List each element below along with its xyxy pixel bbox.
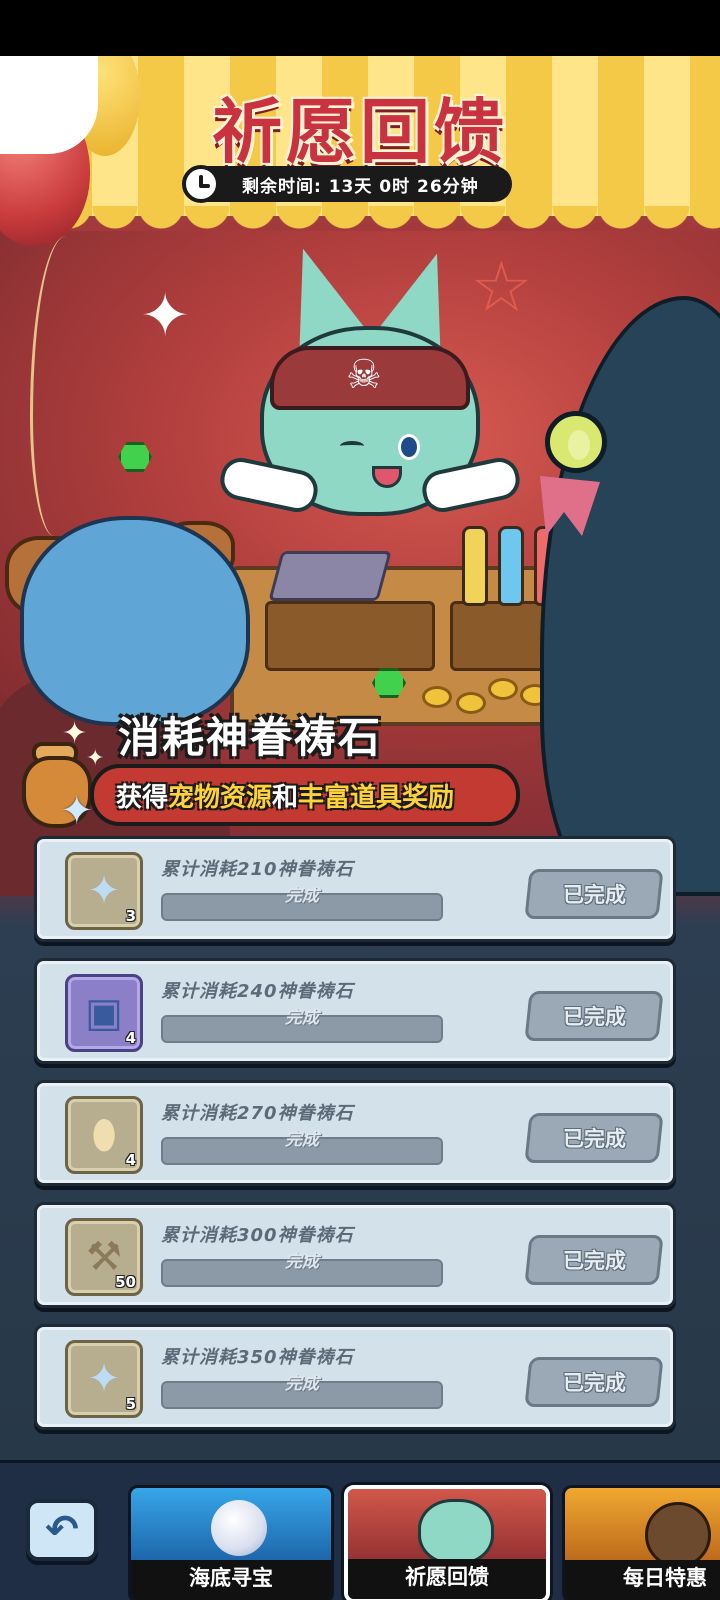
task-card: ✦ 3 累计消耗210神眷祷石 完成 已完成 <box>34 836 676 942</box>
completed-button[interactable]: 已完成 <box>524 1113 664 1163</box>
task-description: 累计消耗210神眷祷石 <box>161 859 354 880</box>
status-bar <box>0 0 720 56</box>
progress-status: 完成 <box>285 1008 319 1028</box>
completed-label: 已完成 <box>562 1371 626 1395</box>
reward-count: 50 <box>115 1273 136 1291</box>
task-card: ⚒ 50 累计消耗300神眷祷石 完成 已完成 <box>34 1202 676 1308</box>
completed-button[interactable]: 已完成 <box>524 1235 664 1285</box>
crystal-shard-icon: ✦ <box>87 868 121 914</box>
reward-slot[interactable]: ⬮ 4 <box>65 1096 143 1174</box>
section-title: 消耗神眷祷石 <box>118 713 383 762</box>
subtitle-text: 获得宠物资源和丰富道具奖励 <box>116 777 454 814</box>
task-card: ▣ 4 累计消耗240神眷祷石 完成 已完成 <box>34 958 676 1064</box>
reward-count: 4 <box>125 1151 136 1169</box>
completed-button[interactable]: 已完成 <box>524 1357 664 1407</box>
reward-slot[interactable]: ⚒ 50 <box>65 1218 143 1296</box>
tab-wish-feedback[interactable]: 祈愿回馈 <box>344 1485 550 1600</box>
task-description: 累计消耗350神眷祷石 <box>161 1347 354 1368</box>
back-button[interactable]: ↶ <box>26 1499 98 1561</box>
reward-slot[interactable]: ✦ 5 <box>65 1340 143 1418</box>
shopkeeper-eye <box>398 434 420 460</box>
bottom-nav: ↶ 海底寻宝 祈愿回馈 每日特惠 <box>0 1460 720 1600</box>
event-title: 祈愿回馈 <box>212 90 508 173</box>
tab-sea-treasure[interactable]: 海底寻宝 <box>128 1485 334 1600</box>
timer-text: 剩余时间: 13天 0时 26分钟 <box>242 176 479 197</box>
completed-label: 已完成 <box>562 1127 626 1151</box>
gold-coin <box>488 678 518 700</box>
subtitle-prefix: 获得 <box>116 782 169 813</box>
countdown-timer: 剩余时间: 13天 0时 26分钟 <box>182 165 512 203</box>
beast-eye <box>545 411 607 473</box>
completed-button[interactable]: 已完成 <box>524 991 664 1041</box>
progress-status: 完成 <box>285 1374 319 1394</box>
hero-character <box>20 516 250 726</box>
completed-label: 已完成 <box>562 1249 626 1273</box>
tab-daily-deals[interactable]: 每日特惠 <box>562 1485 720 1600</box>
completed-label: 已完成 <box>562 883 626 907</box>
progress-status: 完成 <box>285 1252 319 1272</box>
reward-slot[interactable]: ▣ 4 <box>65 974 143 1052</box>
reward-slot[interactable]: ✦ 3 <box>65 852 143 930</box>
progress-status: 完成 <box>285 1130 319 1150</box>
character-portrait-icon <box>565 1488 720 1568</box>
back-arrow-icon: ↶ <box>45 1507 79 1553</box>
task-description: 累计消耗270神眷祷石 <box>161 1103 354 1124</box>
silver-ingots <box>268 551 392 601</box>
task-card: ✦ 5 累计消耗350神眷祷石 完成 已完成 <box>34 1324 676 1430</box>
tab-label: 海底寻宝 <box>189 1566 273 1590</box>
sparkle-icon: ✦ <box>86 746 105 771</box>
task-list: ✦ 3 累计消耗210神眷祷石 完成 已完成 ▣ 4 累计消耗240神眷祷石 完… <box>34 836 676 1446</box>
egg-icon: ⬮ <box>91 1112 117 1158</box>
awning-scallop <box>0 206 720 246</box>
task-card: ⬮ 4 累计消耗270神眷祷石 完成 已完成 <box>34 1080 676 1186</box>
goods-bin <box>265 601 435 671</box>
treasure-chest-icon: ▣ <box>85 990 123 1036</box>
subtitle-highlight: 丰富道具奖励 <box>298 782 455 813</box>
reward-count: 5 <box>125 1395 136 1413</box>
tab-label: 祈愿回馈 <box>405 1565 489 1589</box>
shopkeeper-cat-icon <box>348 1489 546 1569</box>
reward-count: 3 <box>125 907 136 925</box>
gold-coin <box>456 692 486 714</box>
clock-icon <box>182 165 220 203</box>
task-description: 累计消耗300神眷祷石 <box>161 1225 354 1246</box>
subtitle-connector: 和 <box>272 782 299 813</box>
potion-bottle <box>498 526 524 606</box>
gold-coin <box>422 686 452 708</box>
reward-count: 4 <box>125 1029 136 1047</box>
sparkle-icon: ✦ <box>62 716 88 751</box>
event-scene: ✦ ☆ 祈愿回馈 剩余时间: 13天 0时 26分钟 ✦ ✦ ✦ 消耗神眷祷 <box>0 56 720 1460</box>
shopkeeper-eye-wink <box>340 441 364 451</box>
pirate-bandana <box>270 346 470 410</box>
progress-status: 完成 <box>285 886 319 906</box>
hammer-icon: ⚒ <box>86 1234 122 1280</box>
potion-bottle <box>462 526 488 606</box>
subtitle-ribbon: 获得宠物资源和丰富道具奖励 <box>90 764 520 826</box>
crystal-shard-icon: ✦ <box>87 1356 121 1402</box>
pearl-shell-icon <box>131 1488 331 1568</box>
star-decoration-icon: ☆ <box>470 246 533 328</box>
shopkeeper-arms <box>220 464 520 504</box>
sparkle-icon: ✦ <box>140 281 191 351</box>
completed-label: 已完成 <box>562 1005 626 1029</box>
subtitle-highlight: 宠物资源 <box>168 782 273 813</box>
tab-label: 每日特惠 <box>623 1566 707 1590</box>
completed-button[interactable]: 已完成 <box>524 869 664 919</box>
task-description: 累计消耗240神眷祷石 <box>161 981 354 1002</box>
